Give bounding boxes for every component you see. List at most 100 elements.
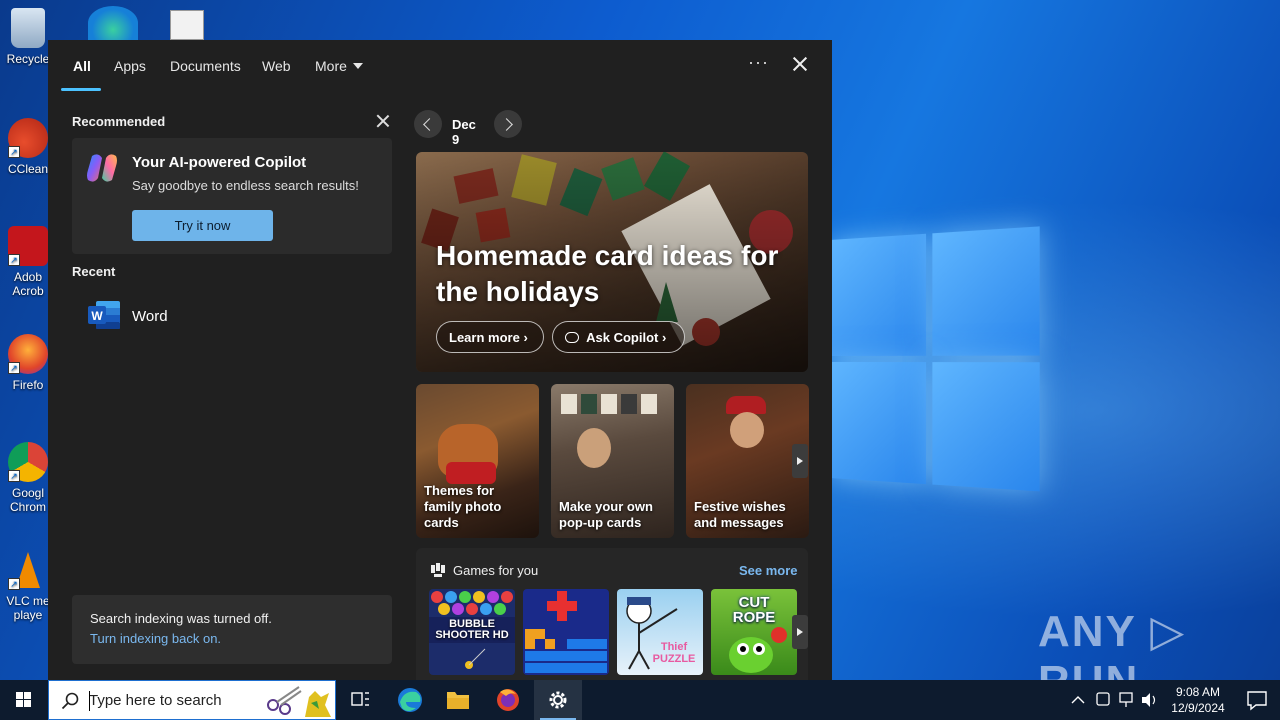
- game-blocks[interactable]: [523, 589, 609, 675]
- tile-label: Themes for family photo cards: [424, 483, 502, 530]
- firefox-icon: ↗: [8, 334, 48, 374]
- search-highlight-art-icon: [267, 686, 331, 717]
- try-it-now-button[interactable]: Try it now: [132, 210, 273, 241]
- search-icon: [61, 692, 79, 710]
- indexing-message: Search indexing was turned off.: [90, 611, 272, 626]
- system-tray: [1068, 680, 1160, 720]
- learn-more-button[interactable]: Learn more ›: [436, 321, 544, 353]
- games-scroll-right-icon[interactable]: [792, 615, 808, 649]
- notification-icon: [1247, 691, 1267, 711]
- active-tab-indicator: [61, 88, 101, 91]
- file-explorer-taskbar-button[interactable]: [434, 680, 482, 720]
- close-panel-icon[interactable]: [788, 52, 812, 76]
- tile-label: Make your own pop-up cards: [559, 499, 653, 530]
- task-view-icon: [351, 692, 369, 706]
- copilot-logo-icon: [87, 154, 117, 182]
- firefox-taskbar-button[interactable]: [484, 680, 532, 720]
- tab-apps[interactable]: Apps: [114, 58, 146, 74]
- learn-more-label: Learn more: [449, 330, 520, 345]
- person-image: [730, 412, 764, 448]
- game-cut-the-rope[interactable]: CUT ROPE: [711, 589, 797, 675]
- recent-heading: Recent: [72, 264, 116, 279]
- task-view-button[interactable]: [336, 680, 384, 720]
- settings-taskbar-button[interactable]: [534, 680, 582, 720]
- games-title: Games for you: [453, 563, 539, 578]
- taskbar-search-box[interactable]: [48, 680, 336, 720]
- start-button[interactable]: [0, 680, 48, 720]
- tab-all[interactable]: All: [73, 58, 91, 74]
- settings-icon: [549, 691, 567, 709]
- hero-title: Homemade card ideas for the holidays: [436, 240, 779, 307]
- document-desktop-icon[interactable]: [170, 10, 204, 40]
- game-art-text: Thief PUZZLE: [652, 641, 696, 665]
- santa-hat-image: [446, 462, 496, 484]
- recent-item-label: Word: [132, 308, 168, 325]
- copilot-title: Your AI-powered Copilot: [132, 154, 307, 171]
- games-icon: [431, 563, 445, 577]
- see-more-link[interactable]: See more: [739, 563, 798, 578]
- next-day-button[interactable]: [494, 110, 522, 138]
- tile-festive-wishes[interactable]: Festive wishes and messages: [686, 384, 809, 538]
- hanging-cards-image: [561, 394, 661, 414]
- blocks-game-art: [525, 591, 607, 673]
- date-label: Dec 9: [452, 117, 476, 147]
- recommended-heading: Recommended: [72, 114, 166, 129]
- game-art-text: CUT ROPE: [732, 594, 776, 626]
- taskbar: 9:08 AM 12/9/2024: [0, 680, 1280, 720]
- person-image: [577, 428, 611, 468]
- game-bubble-shooter[interactable]: BUBBLE SHOOTER HD: [429, 589, 515, 675]
- chat-bubble-icon: [565, 332, 579, 343]
- caret-down-icon: [352, 63, 363, 69]
- tiles-scroll-right-icon[interactable]: [792, 444, 808, 478]
- edge-desktop-icon[interactable]: [88, 6, 138, 40]
- tile-label: Festive wishes and messages: [694, 499, 786, 530]
- previous-day-button[interactable]: [414, 110, 442, 138]
- meet-now-icon: [1096, 692, 1110, 706]
- games-section: Games for you See more BUBBLE SHOOTER HD: [416, 548, 808, 680]
- tray-icons: [1071, 692, 1156, 707]
- game-art-text: BUBBLE SHOOTER HD: [435, 618, 509, 641]
- chevron-right-icon: ›: [523, 330, 528, 345]
- notification-center-button[interactable]: [1236, 680, 1280, 720]
- copilot-recommendation-card: Your AI-powered Copilot Say goodbye to e…: [72, 138, 392, 254]
- ask-copilot-button[interactable]: Ask Copilot ›: [552, 321, 685, 353]
- tile-family-photo-cards[interactable]: Themes for family photo cards: [416, 384, 539, 538]
- dismiss-recommended-icon[interactable]: [374, 112, 392, 130]
- clock[interactable]: 9:08 AM 12/9/2024: [1160, 684, 1236, 716]
- show-hidden-icons-icon: [1071, 696, 1085, 704]
- word-icon: W: [88, 301, 120, 329]
- clock-date: 12/9/2024: [1171, 701, 1225, 715]
- adobe-acrobat-icon: ↗: [8, 226, 48, 266]
- ask-copilot-label: Ask Copilot: [586, 330, 659, 345]
- chevron-right-icon: ›: [662, 330, 667, 345]
- svg-text:W: W: [91, 309, 103, 323]
- turn-indexing-on-link[interactable]: Turn indexing back on.: [90, 631, 221, 646]
- tab-documents[interactable]: Documents: [170, 58, 241, 74]
- tab-more[interactable]: More: [315, 58, 363, 74]
- vlc-icon: ↗: [8, 550, 48, 590]
- recycle-bin-icon: [11, 8, 45, 48]
- clock-time: 9:08 AM: [1175, 685, 1221, 699]
- edge-icon: [398, 688, 422, 712]
- indexing-notice: Search indexing was turned off. Turn ind…: [72, 595, 392, 664]
- tile-pop-up-cards[interactable]: Make your own pop-up cards: [551, 384, 674, 538]
- search-tabs: All Apps Documents Web More ···: [48, 40, 832, 92]
- more-options-icon[interactable]: ···: [748, 52, 769, 73]
- edge-taskbar-button[interactable]: [386, 680, 434, 720]
- file-explorer-icon: [447, 692, 469, 709]
- tab-more-label: More: [315, 58, 347, 74]
- firefox-icon: [497, 689, 519, 711]
- volume-icon: [1142, 693, 1150, 707]
- hero-card[interactable]: Homemade card ideas for the holidays Lea…: [416, 152, 808, 372]
- windows-logo-graphic: [830, 226, 1042, 494]
- tab-web[interactable]: Web: [262, 58, 291, 74]
- search-input[interactable]: [89, 681, 259, 719]
- search-panel: All Apps Documents Web More ··· Recommen…: [48, 40, 832, 680]
- text-caret: [89, 691, 90, 711]
- windows-start-icon: [16, 692, 31, 707]
- game-thief-puzzle[interactable]: Thief PUZZLE: [617, 589, 703, 675]
- chrome-icon: ↗: [8, 442, 48, 482]
- recent-item-word[interactable]: W Word: [72, 296, 392, 336]
- ccleaner-icon: ↗: [8, 118, 48, 158]
- copilot-subtitle: Say goodbye to endless search results!: [132, 178, 359, 193]
